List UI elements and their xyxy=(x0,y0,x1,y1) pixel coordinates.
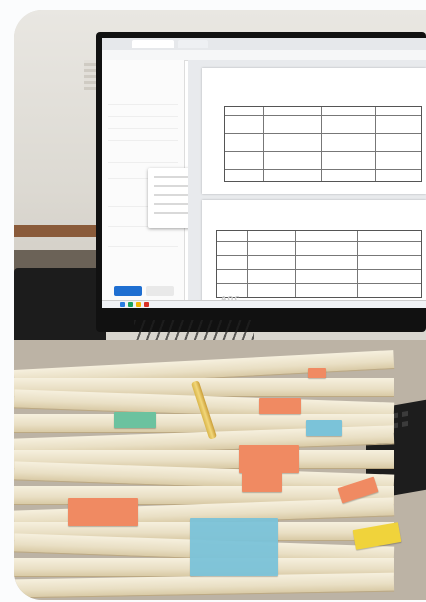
wooden-shelf xyxy=(14,225,104,237)
taskbar-icon xyxy=(128,302,133,307)
print-preview-area xyxy=(188,60,426,308)
taskbar-icon xyxy=(120,302,125,307)
browser-tab xyxy=(178,40,208,48)
sticky-tab-orange xyxy=(242,472,282,492)
print-button xyxy=(114,286,142,296)
computer-monitor xyxy=(96,32,426,332)
print-setting-row xyxy=(108,98,178,105)
browser-tab-bar xyxy=(102,38,426,50)
browser-tab-active xyxy=(132,40,174,48)
image-frame: AOC xyxy=(0,0,426,602)
paper-document-stack xyxy=(14,350,426,600)
sticky-tab-blue xyxy=(306,420,342,436)
print-setting-row xyxy=(108,240,178,247)
print-setting-row xyxy=(108,122,178,129)
document-page xyxy=(202,200,426,308)
sticky-tab-orange xyxy=(68,498,138,526)
sticky-tab-orange xyxy=(239,445,299,473)
print-setting-row xyxy=(108,156,178,163)
sticky-tab-blue xyxy=(190,518,278,576)
monitor-screen xyxy=(102,38,426,308)
windows-taskbar xyxy=(102,300,426,308)
cancel-button xyxy=(146,286,174,296)
print-setting-row xyxy=(108,110,178,117)
office-photo: AOC xyxy=(14,10,426,600)
sticky-tab-orange xyxy=(259,398,301,414)
monitor-brand-logo: AOC xyxy=(221,295,241,303)
ledger-table xyxy=(224,106,422,182)
taskbar-icon xyxy=(144,302,149,307)
document-page xyxy=(202,68,426,194)
print-setting-row xyxy=(108,134,178,141)
sticky-tab-green xyxy=(114,412,156,428)
ledger-table xyxy=(216,230,422,298)
sticky-tab-orange xyxy=(308,368,326,378)
taskbar-icon xyxy=(136,302,141,307)
